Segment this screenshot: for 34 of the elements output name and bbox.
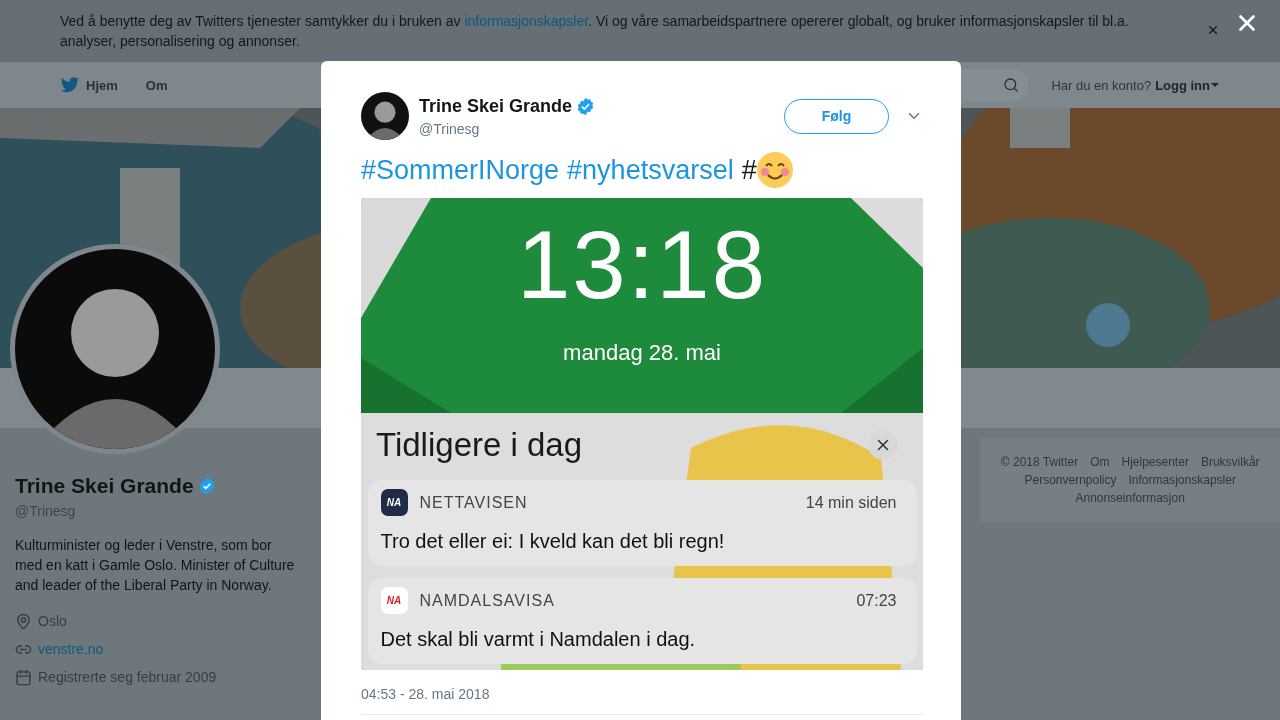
nav-link[interactable]: Hjem: [60, 76, 118, 94]
location-text: Oslo: [38, 613, 67, 629]
footer-link[interactable]: Bruksvilkår: [1200, 454, 1260, 470]
nav-link[interactable]: Om: [145, 77, 168, 93]
notification-message: Tro det eller ei: I kveld kan det bli regn!: [380, 530, 726, 553]
joined-date: Registrerte seg februar 2009: [38, 669, 217, 685]
location-pin-icon: [15, 612, 32, 630]
app-icon: NA: [380, 489, 408, 516]
profile-name: Trine Skei Grande: [15, 474, 194, 498]
website-link[interactable]: venstre.no: [38, 641, 104, 657]
tweet-timestamp: 04:53 - 28. mai 2018: [361, 686, 491, 702]
bird-icon: [60, 76, 80, 94]
app-name: NETTAVISEN: [419, 493, 529, 512]
footer-link[interactable]: Annonseinformasjon: [1075, 490, 1185, 506]
app-name: NAMDALSAVISA: [419, 591, 556, 610]
account-prompt: Har du en konto?: [1051, 77, 1152, 93]
login-link[interactable]: Logg inn: [1155, 77, 1220, 93]
footer-link[interactable]: Personvernpolicy: [1024, 472, 1117, 488]
footer-link[interactable]: © 2018 Twitter: [1000, 454, 1079, 470]
footer-link[interactable]: Om: [1090, 454, 1110, 470]
notification-time: 07:23: [856, 591, 897, 610]
footer-link[interactable]: Informasjonskapsler: [1128, 472, 1236, 488]
cookie-notice: Ved å benytte deg av Twitters tjenester samtykker du i bruken av informasjonskapsler. Vi og våre samarbeidspartnere opererer globalt, og bruker informasjonskapsler til bl.a. analyser, personalisering og annonser.: [60, 12, 1130, 51]
search-icon: [1003, 77, 1020, 93]
footer-link[interactable]: Hjelpesenter: [1121, 454, 1189, 470]
notification-card[interactable]: NA NAMDALSAVISA 07:23 Det skal bli varmt i Namdalen i dag.: [367, 578, 917, 664]
caret-icon: [1210, 82, 1220, 88]
notification-section-title: Tidligere i dag: [376, 426, 583, 464]
app-icon: NA: [380, 587, 408, 614]
notification-card[interactable]: NA NETTAVISEN 14 min siden Tro det eller ei: I kveld kan det bli regn!: [367, 480, 917, 566]
notification-time: 14 min siden: [805, 493, 897, 512]
calendar-icon: [15, 668, 32, 686]
notification-message: Det skal bli varmt i Namdalen i dag.: [380, 628, 697, 651]
profile-bio: Kulturminister og leder i Venstre, som bor med en katt i Gamle Oslo. Minister of Culture and leader of the Liberal Party in Norway.: [15, 536, 296, 595]
